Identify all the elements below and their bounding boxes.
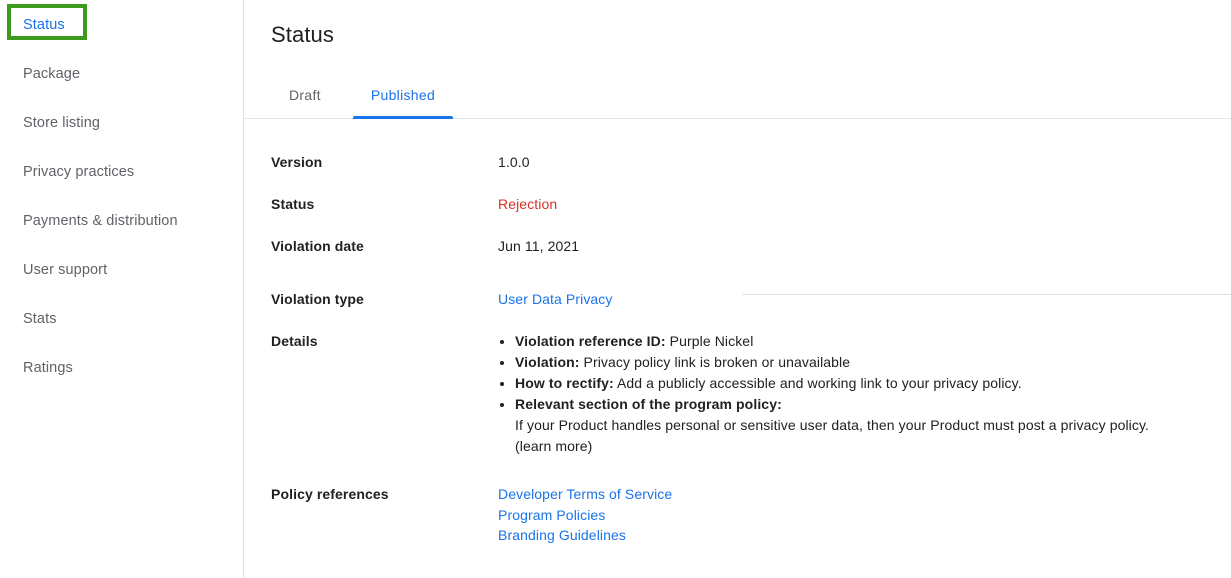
sidebar-item-label: Store listing bbox=[23, 114, 101, 131]
details-bullet-list: Violation reference ID: Purple Nickel Vi… bbox=[498, 331, 1149, 457]
sidebar-item-status[interactable]: Status bbox=[0, 0, 243, 49]
sidebar-item-label: Package bbox=[23, 65, 81, 82]
tab-label: Published bbox=[370, 86, 436, 103]
policy-link-program-policies[interactable]: Program Policies bbox=[498, 505, 672, 526]
detail-label: Policy references bbox=[271, 486, 389, 502]
status-badge: Rejection bbox=[498, 196, 558, 212]
detail-label: Violation date bbox=[271, 238, 364, 254]
list-item: Relevant section of the program policy: … bbox=[515, 394, 1149, 457]
sidebar-item-payments-distribution[interactable]: Payments & distribution bbox=[0, 196, 243, 245]
sidebar-item-stats[interactable]: Stats bbox=[0, 294, 243, 343]
violation-type-link[interactable]: User Data Privacy bbox=[498, 291, 613, 307]
bullet-bold-label: Relevant section of the program policy: bbox=[515, 396, 782, 412]
sidebar-item-label: Status bbox=[23, 16, 65, 33]
list-item: How to rectify: Add a publicly accessibl… bbox=[515, 373, 1149, 394]
sidebar-item-ratings[interactable]: Ratings bbox=[0, 343, 243, 392]
bullet-text: Privacy policy link is broken or unavail… bbox=[579, 354, 851, 370]
sidebar-item-label: Privacy practices bbox=[23, 163, 135, 180]
bullet-bold-label: How to rectify: bbox=[515, 375, 614, 391]
sidebar-item-label: Ratings bbox=[23, 359, 73, 376]
tab-published[interactable]: Published bbox=[352, 71, 454, 119]
sidebar-item-label: Stats bbox=[23, 310, 57, 327]
list-item: Violation: Privacy policy link is broken… bbox=[515, 352, 1149, 373]
detail-label: Version bbox=[271, 154, 323, 170]
policy-reference-links: Developer Terms of Service Program Polic… bbox=[498, 484, 672, 546]
detail-label: Details bbox=[271, 333, 318, 349]
learn-more-link[interactable]: (learn more) bbox=[515, 438, 592, 454]
sidebar-item-privacy-practices[interactable]: Privacy practices bbox=[0, 147, 243, 196]
sidebar-item-label: User support bbox=[23, 261, 108, 278]
tab-bar: Draft Published bbox=[244, 71, 1231, 119]
sidebar-item-user-support[interactable]: User support bbox=[0, 245, 243, 294]
tab-label: Draft bbox=[289, 86, 321, 103]
bullet-text: Purple Nickel bbox=[665, 333, 754, 349]
bullet-bold-label: Violation reference ID: bbox=[515, 333, 666, 349]
detail-value-violation-date: Jun 11, 2021 bbox=[498, 238, 580, 254]
detail-row-policy-references: Policy references Developer Terms of Ser… bbox=[271, 484, 1231, 546]
detail-label: Violation type bbox=[271, 291, 364, 307]
detail-value-version: 1.0.0 bbox=[498, 154, 530, 170]
detail-value-violation-type: User Data Privacy bbox=[498, 289, 613, 309]
detail-value-details: Violation reference ID: Purple Nickel Vi… bbox=[498, 331, 1149, 457]
policy-link-branding-guidelines[interactable]: Branding Guidelines bbox=[498, 525, 672, 546]
detail-list: Version 1.0.0 Status Rejection Violation… bbox=[244, 152, 1231, 546]
detail-row-version: Version 1.0.0 bbox=[271, 152, 1231, 172]
main-content: Status Draft Published Version 1.0.0 Sta… bbox=[244, 0, 1231, 578]
detail-row-status: Status Rejection bbox=[271, 194, 1231, 214]
sidebar-item-package[interactable]: Package bbox=[0, 49, 243, 98]
bullet-text: Add a publicly accessible and working li… bbox=[613, 375, 1022, 391]
sidebar-item-label: Payments & distribution bbox=[23, 212, 178, 229]
page-title: Status bbox=[271, 22, 334, 47]
sidebar-nav-list: Status Package Store listing Privacy pra… bbox=[0, 0, 243, 392]
app-root: Status Package Store listing Privacy pra… bbox=[0, 0, 1231, 578]
sidebar: Status Package Store listing Privacy pra… bbox=[0, 0, 244, 578]
detail-row-details: Details Violation reference ID: Purple N… bbox=[271, 331, 1231, 457]
bullet-bold-label: Violation: bbox=[515, 354, 580, 370]
detail-label: Status bbox=[271, 196, 315, 212]
detail-row-violation-type: Violation type User Data Privacy bbox=[271, 289, 1231, 309]
list-item: Violation reference ID: Purple Nickel bbox=[515, 331, 1149, 352]
program-policy-excerpt: If your Product handles personal or sens… bbox=[515, 417, 1150, 433]
policy-link-developer-terms[interactable]: Developer Terms of Service bbox=[498, 484, 672, 505]
tab-draft[interactable]: Draft bbox=[271, 71, 339, 118]
sidebar-item-store-listing[interactable]: Store listing bbox=[0, 98, 243, 147]
detail-row-violation-date: Violation date Jun 11, 2021 bbox=[271, 236, 1231, 256]
